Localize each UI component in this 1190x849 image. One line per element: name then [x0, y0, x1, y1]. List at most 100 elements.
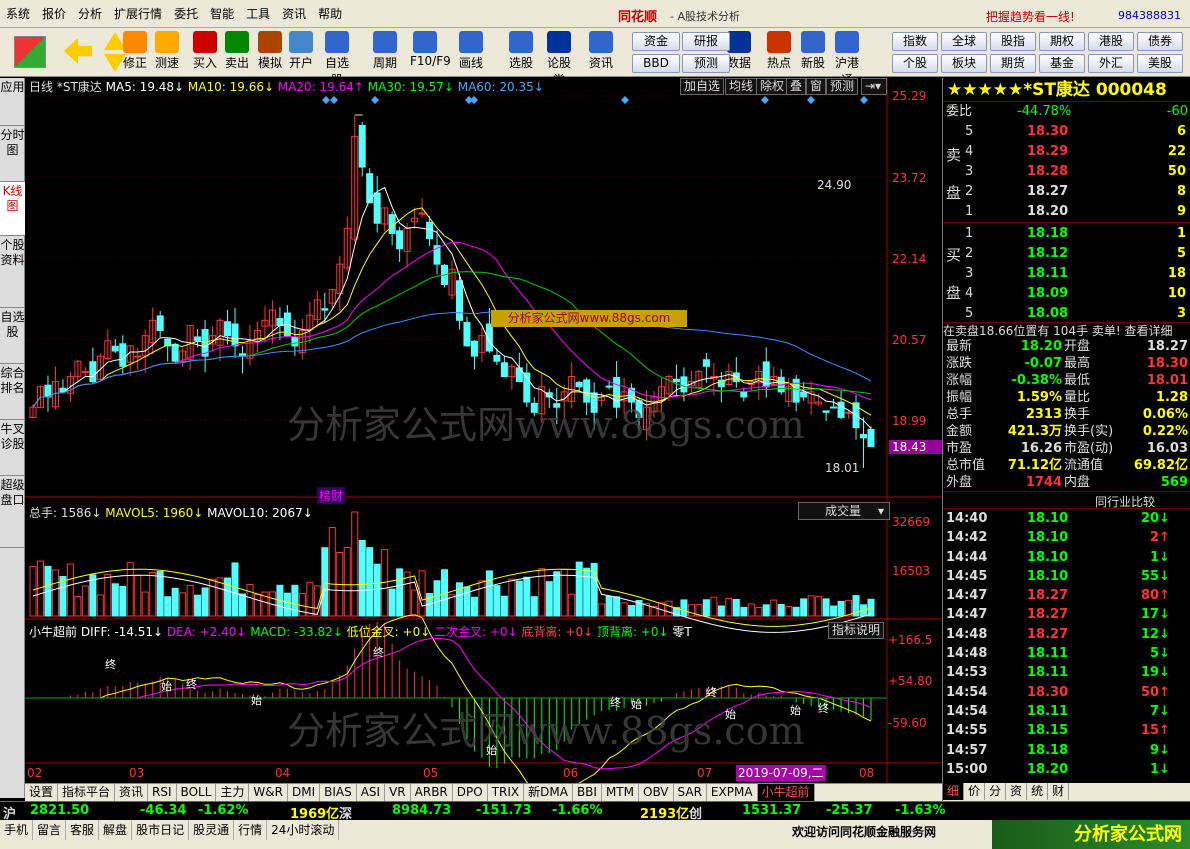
quote-tab-1[interactable]: 价	[964, 783, 986, 800]
market-btn-6[interactable]: 个股	[892, 54, 938, 73]
indicator-tab-2[interactable]: 资讯	[115, 784, 149, 801]
menu-item-8[interactable]: 帮助	[312, 0, 348, 28]
quote-tab-0[interactable]: 细	[943, 783, 965, 800]
market-btn-4[interactable]: 港股	[1088, 32, 1134, 51]
indicator-tab-8[interactable]: BIAS	[320, 784, 357, 801]
indicator-tab-15[interactable]: BBI	[573, 784, 602, 801]
toolbar-btn-7[interactable]: 周期	[370, 30, 400, 75]
mid-btn-2[interactable]: BBD	[632, 54, 680, 73]
market-btn-5[interactable]: 债券	[1137, 32, 1183, 51]
menu-item-2[interactable]: 分析	[72, 0, 108, 28]
indicator-tab-6[interactable]: W&R	[249, 784, 288, 801]
indicator-help-button[interactable]: 指标说明	[828, 622, 885, 639]
footer-item-5[interactable]: 股灵通	[189, 820, 235, 840]
indicator-tab-11[interactable]: ARBR	[411, 784, 453, 801]
indicator-tab-13[interactable]: TRIX	[488, 784, 525, 801]
menu-item-1[interactable]: 报价	[36, 0, 72, 28]
indicator-tab-18[interactable]: SAR	[674, 784, 707, 801]
menu-item-5[interactable]: 智能	[204, 0, 240, 28]
toolbar-btn-10[interactable]: 选股	[506, 30, 536, 75]
quote-tab-4[interactable]: 统	[1027, 783, 1049, 800]
chart-btn-2[interactable]: 除权	[756, 78, 789, 95]
quote-tab-3[interactable]: 资	[1006, 783, 1028, 800]
toolbar-btn-8[interactable]: F10/F9	[410, 30, 451, 75]
side-tab-7[interactable]: 超级盘口	[0, 476, 25, 548]
compare-button[interactable]: 同行业比较	[1095, 493, 1155, 510]
market-btn-8[interactable]: 期货	[990, 54, 1036, 73]
market-btn-10[interactable]: 外汇	[1088, 54, 1134, 73]
chart-btn-0[interactable]: 加自选	[680, 78, 725, 95]
chart-btn-4[interactable]: 窗	[806, 78, 827, 95]
side-tab-2[interactable]: K线图	[0, 182, 25, 236]
indicator-tab-17[interactable]: OBV	[639, 784, 674, 801]
indicator-tab-14[interactable]: 新DMA	[524, 784, 573, 801]
indicator-tab-5[interactable]: 主力	[216, 784, 250, 801]
market-btn-1[interactable]: 全球	[941, 32, 987, 51]
menu-item-4[interactable]: 委托	[168, 0, 204, 28]
chart-btn-5[interactable]: 预测	[826, 78, 859, 95]
indicator-tab-20[interactable]: 小牛超前	[757, 784, 815, 801]
menu-item-6[interactable]: 工具	[240, 0, 276, 28]
footer-item-2[interactable]: 客服	[66, 820, 100, 840]
alert-line[interactable]: 在卖盘18.66位置有 104手 卖单! 查看详细	[943, 322, 1190, 338]
indicator-tab-4[interactable]: BOLL	[177, 784, 217, 801]
toolbar-btn-14[interactable]: 热点	[764, 30, 794, 75]
menu-item-3[interactable]: 扩展行情	[108, 0, 168, 28]
toolbar-btn-6[interactable]: 自选股	[322, 30, 352, 87]
side-tab-5[interactable]: 综合排名	[0, 364, 25, 420]
app-switch-icon[interactable]	[14, 36, 46, 68]
indicator-tab-19[interactable]: EXPMA	[707, 784, 758, 801]
toolbar-btn-9[interactable]: 画线	[456, 30, 486, 75]
indicator-tab-12[interactable]: DPO	[453, 784, 488, 801]
market-btn-2[interactable]: 股指	[990, 32, 1036, 51]
side-tab-4[interactable]: 自选股	[0, 308, 25, 364]
footer-item-6[interactable]: 行情	[234, 820, 268, 840]
menu-item-7[interactable]: 资讯	[276, 0, 312, 28]
market-btn-11[interactable]: 美股	[1137, 54, 1183, 73]
side-tab-0[interactable]: 应用	[0, 78, 25, 126]
back-arrow-icon[interactable]	[64, 38, 92, 64]
promo-link[interactable]: 把握趋势看一线!	[986, 8, 1075, 25]
chart-btn-1[interactable]: 均线	[725, 78, 758, 95]
mid-btn-3[interactable]: 预测	[682, 54, 730, 73]
chart-btn-3[interactable]: 叠	[786, 78, 807, 95]
footer-item-4[interactable]: 股市日记	[132, 820, 190, 840]
indicator-tab-7[interactable]: DMI	[288, 784, 321, 801]
banner-ad[interactable]: 分析家公式网www.88gs.com	[491, 310, 687, 327]
menu-item-0[interactable]: 系统	[0, 0, 36, 28]
expand-icon[interactable]: ⇥▾	[861, 78, 887, 95]
footer-item-3[interactable]: 解盘	[99, 820, 133, 840]
kline-chart[interactable]: 终始终始终始终始终始终始 日线 *ST康达 MA5: 19.48↓ MA10: …	[25, 78, 942, 783]
quote-tab-2[interactable]: 分	[985, 783, 1007, 800]
market-btn-3[interactable]: 期权	[1039, 32, 1085, 51]
indicator-tab-16[interactable]: MTM	[602, 784, 639, 801]
side-tab-1[interactable]: 分时图	[0, 126, 25, 182]
badge[interactable]: 榜财	[317, 487, 346, 504]
toolbar-btn-15[interactable]: 新股	[798, 30, 828, 75]
toolbar-btn-3[interactable]: 卖出	[222, 30, 252, 75]
indicator-select[interactable]: 成交量 ▾	[798, 502, 890, 520]
side-tab-3[interactable]: 个股资料	[0, 236, 25, 308]
toolbar-btn-1[interactable]: 测速	[152, 30, 182, 75]
toolbar-btn-2[interactable]: 买入	[190, 30, 220, 75]
indicator-tab-1[interactable]: 指标平台	[58, 784, 116, 801]
indicator-tab-10[interactable]: VR	[385, 784, 411, 801]
toolbar-btn-4[interactable]: 模拟	[255, 30, 285, 75]
indicator-tab-9[interactable]: ASI	[357, 784, 386, 801]
mid-btn-1[interactable]: 研报	[682, 32, 730, 51]
market-btn-7[interactable]: 板块	[941, 54, 987, 73]
toolbar-btn-0[interactable]: 修正	[120, 30, 150, 75]
market-btn-9[interactable]: 基金	[1039, 54, 1085, 73]
mid-btn-0[interactable]: 资金	[632, 32, 680, 51]
side-tab-6[interactable]: 牛叉诊股	[0, 420, 25, 476]
toolbar-btn-11[interactable]: 论股堂	[544, 30, 574, 87]
toolbar-btn-12[interactable]: 资讯	[586, 30, 616, 75]
footer-item-7[interactable]: 24小时滚动	[267, 820, 340, 840]
toolbar-btn-5[interactable]: 开户	[286, 30, 316, 75]
footer-item-0[interactable]: 手机	[0, 820, 34, 840]
market-btn-0[interactable]: 指数	[892, 32, 938, 51]
toolbar-btn-16[interactable]: 沪港通	[832, 30, 862, 87]
indicator-tab-0[interactable]: 设置	[25, 784, 59, 801]
indicator-tab-3[interactable]: RSI	[148, 784, 177, 801]
footer-item-1[interactable]: 留言	[33, 820, 67, 840]
